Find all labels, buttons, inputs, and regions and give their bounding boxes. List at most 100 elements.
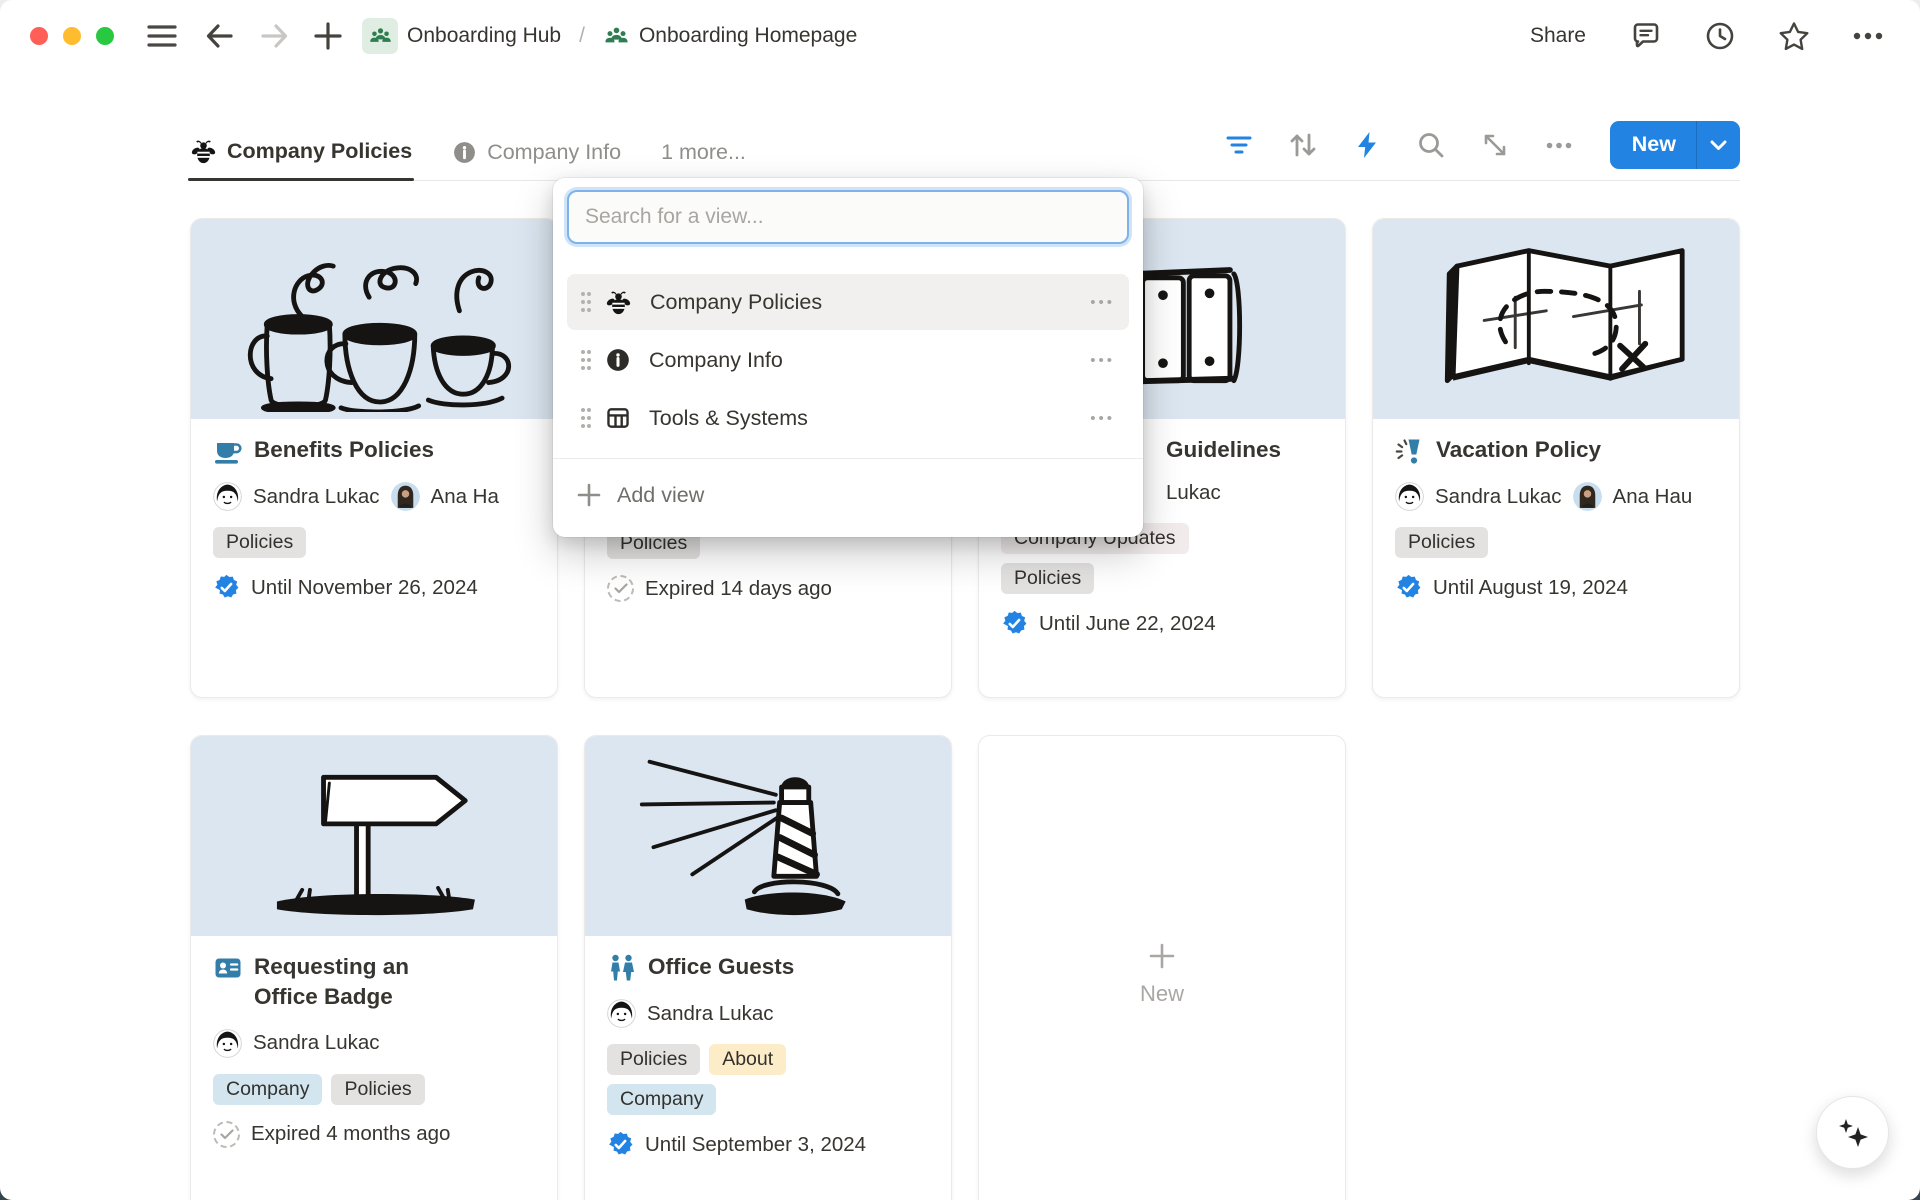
author-name: Ana Ha [431,485,499,509]
expand-icon[interactable] [1478,128,1512,162]
card-tags: Company Policies [213,1074,535,1105]
card-title-text: Guidelines [1166,435,1281,465]
views-dropdown: Company Policies ••• Company Info ••• [553,178,1143,537]
info-icon [605,347,631,373]
card-status-text: Until August 19, 2024 [1433,576,1628,600]
add-view-button[interactable]: Add view [567,467,1129,523]
view-row-company-info[interactable]: Company Info ••• [567,332,1129,388]
card-tags: Policies [213,527,535,558]
view-tabbar: Company Policies Company Info 1 more... [0,72,1920,181]
info-icon [452,140,477,165]
card-authors: Sandra Lukac Ana Ha [213,482,535,511]
view-row-company-policies[interactable]: Company Policies ••• [567,274,1129,330]
sort-icon[interactable] [1286,128,1320,162]
more-options-icon[interactable] [1846,14,1890,58]
search-icon[interactable] [1414,128,1448,162]
sidebar-menu-icon[interactable] [140,14,184,58]
author-name: Lukac [1166,481,1221,505]
avatar [213,1029,242,1058]
drag-handle-icon[interactable] [573,284,599,320]
avatar [1395,482,1424,511]
view-row-label: Company Policies [650,290,822,315]
new-button[interactable]: New [1610,121,1696,169]
tab-label: Company Info [487,140,621,165]
tag: Company [607,1084,716,1115]
tag: About [709,1044,786,1075]
verified-badge-icon [1001,610,1028,637]
card-title: Requesting an Office Badge [213,952,535,1013]
favorite-star-icon[interactable] [1772,14,1816,58]
view-row-options-icon[interactable]: ••• [1086,404,1119,433]
sparkles-icon [1831,1111,1875,1155]
view-row-options-icon[interactable]: ••• [1086,288,1119,317]
card-office-badge[interactable]: Requesting an Office Badge Sandra Lukac … [190,735,558,1200]
back-icon[interactable] [198,14,242,58]
breadcrumb-separator: / [577,24,587,48]
card-authors: Sandra Lukac [213,1029,535,1058]
view-row-label: Company Info [649,348,783,373]
titlebar: Onboarding Hub / Onboarding Homepage Sha… [0,0,1920,72]
menu-divider [553,458,1143,459]
plus-icon [577,483,601,507]
new-card-placeholder[interactable]: New [978,735,1346,1200]
view-options-ellipsis-icon[interactable] [1542,128,1576,162]
team-icon [603,23,630,50]
close-window-button[interactable] [30,27,48,45]
author-name: Ana Hau [1613,485,1693,509]
id-badge-icon [213,953,243,983]
card-title-text: Office Guests [648,952,794,982]
breadcrumb-page[interactable]: Onboarding Homepage [597,19,863,54]
tab-label: Company Policies [227,139,412,164]
plus-icon [1149,943,1175,969]
zoom-window-button[interactable] [96,27,114,45]
tab-company-policies[interactable]: Company Policies [190,138,412,181]
card-cover [1373,219,1739,419]
card-body: Vacation Policy Sandra Lukac Ana Hau Pol… [1373,419,1739,619]
view-search-input[interactable] [567,190,1129,244]
ai-sparkle-button[interactable] [1816,1096,1889,1169]
view-list: Company Policies ••• Company Info ••• [567,274,1129,446]
card-benefits-policies[interactable]: Benefits Policies Sandra Lukac Ana Ha Po… [190,218,558,698]
card-cover [585,736,951,936]
breadcrumb: Onboarding Hub / Onboarding Homepage [356,14,863,58]
avatar [607,999,636,1028]
vacation-icon [1395,436,1425,466]
card-title: Vacation Policy [1395,435,1717,466]
card-tags: Policies About [607,1044,929,1075]
view-row-tools-systems[interactable]: Tools & Systems ••• [567,390,1129,446]
comments-icon[interactable] [1624,14,1668,58]
breadcrumb-hub[interactable]: Onboarding Hub [356,14,567,58]
share-button[interactable]: Share [1522,18,1594,54]
minimize-window-button[interactable] [63,27,81,45]
drag-handle-icon[interactable] [573,400,599,436]
tag: Company [213,1074,322,1105]
tag: Policies [1001,563,1094,594]
card-vacation-policy[interactable]: Vacation Policy Sandra Lukac Ana Hau Pol… [1372,218,1740,698]
window-controls [30,27,114,45]
expired-icon [607,575,634,602]
history-clock-icon[interactable] [1698,14,1742,58]
author-name: Sandra Lukac [1435,485,1562,509]
tab-label: 1 more... [661,140,746,165]
filter-icon[interactable] [1222,128,1256,162]
tab-more-views[interactable]: 1 more... [661,140,746,181]
card-office-guests[interactable]: Office Guests Sandra Lukac Policies Abou… [584,735,952,1200]
card-tags: Policies [1395,527,1717,558]
new-button-chevron-icon[interactable] [1697,121,1740,169]
view-tabs: Company Policies Company Info 1 more... [190,138,746,181]
signpost-drawing [209,744,539,929]
new-page-plus-icon[interactable] [306,14,350,58]
drag-handle-icon[interactable] [573,342,599,378]
view-row-options-icon[interactable]: ••• [1086,346,1119,375]
coffee-cups-drawing [209,227,539,412]
new-button-group: New [1610,121,1740,169]
breadcrumb-hub-label: Onboarding Hub [407,24,561,48]
tab-company-info[interactable]: Company Info [452,140,621,181]
card-status-text: Expired 4 months ago [251,1122,450,1146]
card-status-text: Until June 22, 2024 [1039,612,1216,636]
forward-icon[interactable] [252,14,296,58]
card-body: Office Guests Sandra Lukac Policies Abou… [585,936,951,1176]
map-drawing [1391,227,1721,412]
automations-lightning-icon[interactable] [1350,128,1384,162]
card-status: Expired 4 months ago [213,1121,535,1148]
